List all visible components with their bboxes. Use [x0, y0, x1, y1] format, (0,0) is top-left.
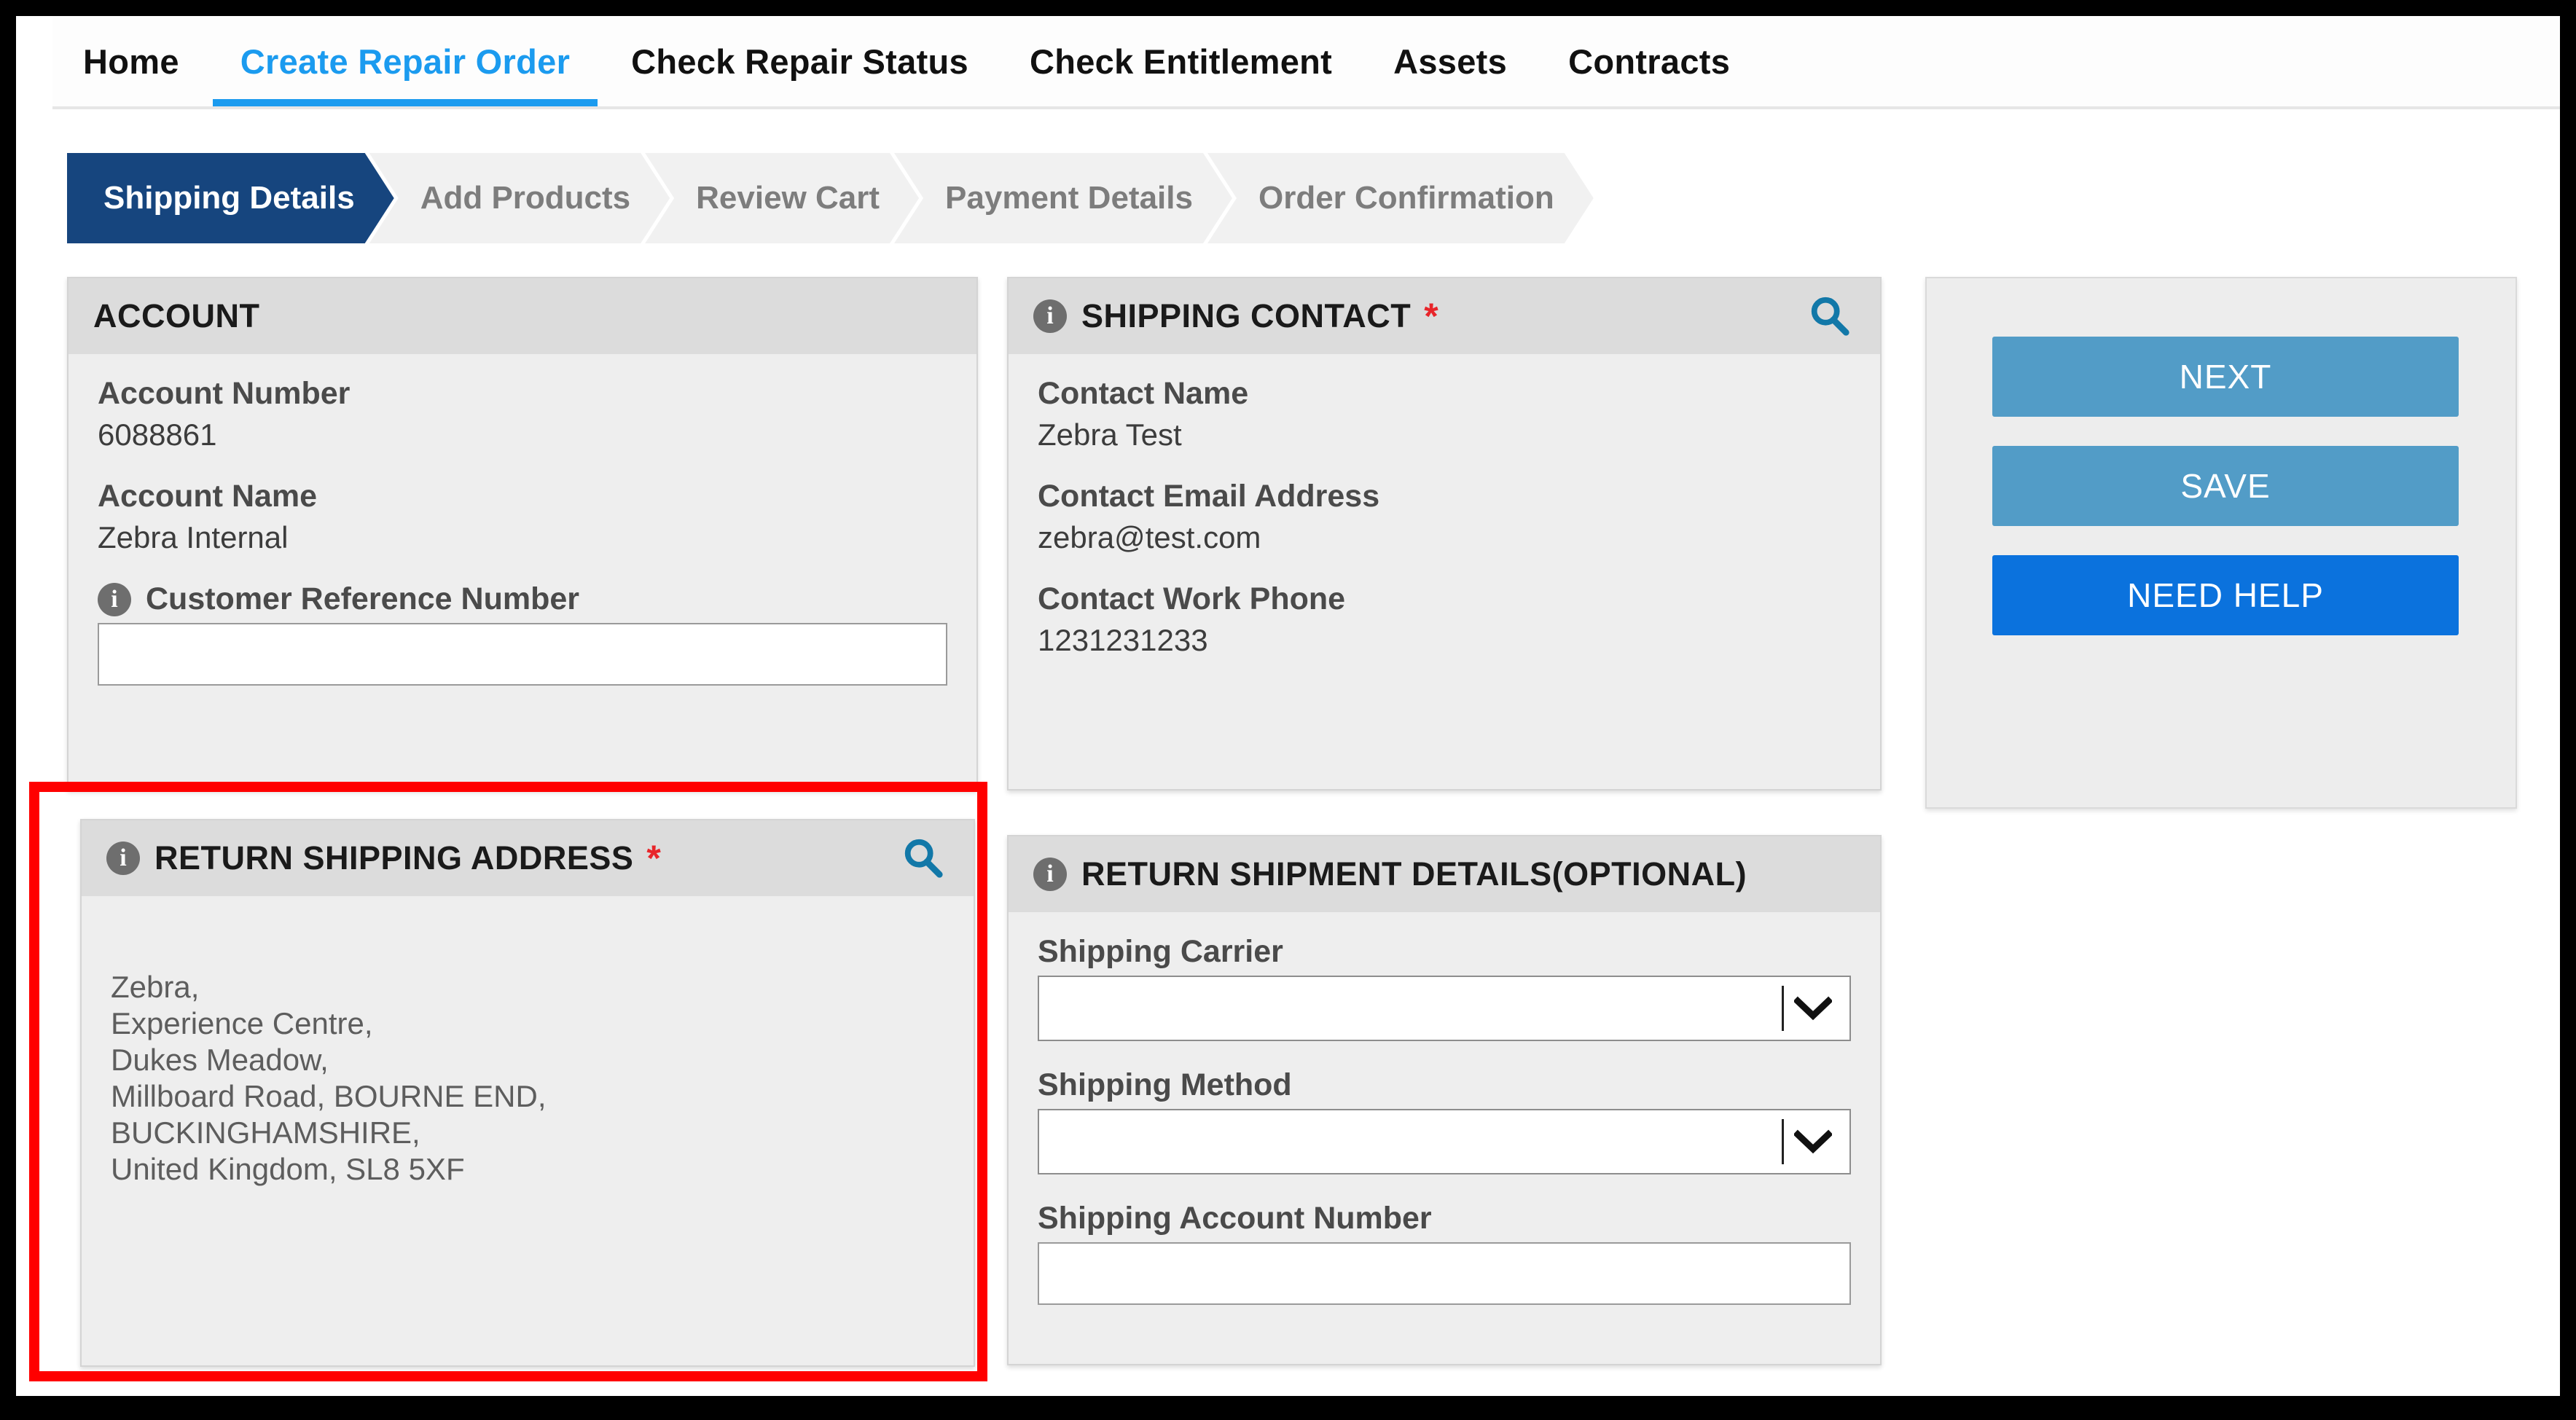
account-number-label: Account Number [98, 376, 351, 411]
field-contact-email: Contact Email Address zebra@test.com [1038, 479, 1851, 555]
return-shipping-address-card-title: RETURN SHIPPING ADDRESS [154, 839, 634, 876]
save-button[interactable]: SAVE [1992, 446, 2459, 526]
nav-item-label: Assets [1393, 42, 1508, 81]
field-contact-name: Contact Name Zebra Test [1038, 376, 1851, 452]
nav-item-contracts[interactable]: Contracts [1538, 16, 1761, 106]
account-card: ACCOUNT Account Number 6088861 Account N… [67, 277, 978, 791]
nav-item-label: Create Repair Order [240, 42, 571, 81]
nav-item-create-repair-order[interactable]: Create Repair Order [210, 16, 600, 106]
contact-work-phone-value: 1231231233 [1038, 623, 1208, 657]
return-shipment-details-card-title: RETURN SHIPMENT DETAILS(OPTIONAL) [1081, 855, 1747, 893]
contact-name-value: Zebra Test [1038, 417, 1182, 452]
account-card-title: ACCOUNT [93, 297, 260, 334]
step-label: Review Cart [696, 180, 880, 216]
return-shipment-details-card-body: Shipping Carrier Shipping Method Shippin… [1009, 912, 1880, 1331]
info-icon [98, 582, 131, 616]
nav-item-label: Home [83, 42, 179, 81]
shipping-account-number-label: Shipping Account Number [1038, 1201, 1432, 1236]
return-shipment-details-card: RETURN SHIPMENT DETAILS(OPTIONAL) Shippi… [1007, 835, 1882, 1365]
info-icon [106, 842, 140, 875]
nav-item-label: Check Repair Status [631, 42, 968, 81]
contact-email-label: Contact Email Address [1038, 479, 1380, 514]
shipping-contact-card-title: SHIPPING CONTACT [1081, 297, 1412, 334]
shipping-contact-card-body: Contact Name Zebra Test Contact Email Ad… [1009, 354, 1880, 684]
shipping-account-number-input[interactable] [1038, 1242, 1851, 1305]
field-shipping-method: Shipping Method [1038, 1067, 1851, 1174]
shipping-method-select[interactable] [1038, 1109, 1851, 1174]
shipping-method-label: Shipping Method [1038, 1067, 1292, 1102]
nav-item-home[interactable]: Home [52, 16, 210, 106]
next-button[interactable]: NEXT [1992, 337, 2459, 417]
application-page: Home Create Repair Order Check Repair St… [16, 16, 2560, 1396]
return-shipping-address-card-body: Zebra, Experience Centre, Dukes Meadow, … [82, 896, 974, 1214]
nav-item-check-entitlement[interactable]: Check Entitlement [999, 16, 1363, 106]
screenshot-frame: Home Create Repair Order Check Repair St… [0, 0, 2576, 1420]
shipping-carrier-select-wrap [1038, 976, 1851, 1041]
nav-item-check-repair-status[interactable]: Check Repair Status [600, 16, 999, 106]
field-shipping-carrier: Shipping Carrier [1038, 934, 1851, 1041]
shipping-contact-card-header: SHIPPING CONTACT * [1009, 278, 1880, 354]
required-asterisk: * [646, 838, 661, 879]
field-contact-work-phone: Contact Work Phone 1231231233 [1038, 581, 1851, 658]
step-order-confirmation[interactable]: Order Confirmation [1207, 153, 1594, 243]
step-label: Order Confirmation [1258, 180, 1554, 216]
return-shipping-address-text: Zebra, Experience Centre, Dukes Meadow, … [111, 970, 547, 1186]
account-card-body: Account Number 6088861 Account Name Zebr… [68, 354, 976, 712]
nav-item-label: Check Entitlement [1029, 42, 1333, 81]
need-help-button[interactable]: NEED HELP [1992, 555, 2459, 635]
shipping-contact-card: SHIPPING CONTACT * Contact Name Zebra Te… [1007, 277, 1882, 791]
return-shipping-address-card: RETURN SHIPPING ADDRESS * Zebra, Experie… [80, 819, 975, 1367]
step-label: Add Products [420, 180, 631, 216]
info-icon [1033, 858, 1067, 891]
action-button-panel: NEXT SAVE NEED HELP [1925, 277, 2517, 809]
shipping-method-select-wrap [1038, 1109, 1851, 1174]
step-label: Payment Details [945, 180, 1193, 216]
field-shipping-account-number: Shipping Account Number [1038, 1201, 1851, 1305]
search-icon[interactable] [901, 836, 946, 881]
main-navigation: Home Create Repair Order Check Repair St… [52, 16, 2560, 109]
shipping-carrier-select[interactable] [1038, 976, 1851, 1041]
customer-reference-number-label-text: Customer Reference Number [146, 581, 580, 616]
contact-email-value: zebra@test.com [1038, 520, 1261, 554]
contact-name-label: Contact Name [1038, 376, 1249, 411]
nav-item-list: Home Create Repair Order Check Repair St… [52, 16, 1761, 106]
step-review-cart[interactable]: Review Cart [645, 153, 919, 243]
search-icon[interactable] [1807, 294, 1852, 339]
account-name-value: Zebra Internal [98, 520, 289, 554]
field-account-number: Account Number 6088861 [98, 376, 947, 452]
customer-reference-number-input[interactable] [98, 623, 947, 686]
required-asterisk: * [1424, 296, 1438, 337]
account-name-label: Account Name [98, 479, 318, 514]
shipping-carrier-label: Shipping Carrier [1038, 934, 1283, 969]
nav-item-label: Contracts [1568, 42, 1731, 81]
checkout-step-progress: Shipping Details Add Products Review Car… [67, 153, 1569, 243]
info-icon [1033, 299, 1067, 333]
return-shipping-address-card-header: RETURN SHIPPING ADDRESS * [82, 820, 974, 896]
nav-item-assets[interactable]: Assets [1363, 16, 1538, 106]
return-shipment-details-card-header: RETURN SHIPMENT DETAILS(OPTIONAL) [1009, 836, 1880, 912]
field-account-name: Account Name Zebra Internal [98, 479, 947, 555]
step-shipping-details[interactable]: Shipping Details [67, 153, 394, 243]
step-label: Shipping Details [103, 180, 355, 216]
step-add-products[interactable]: Add Products [369, 153, 670, 243]
step-payment-details[interactable]: Payment Details [894, 153, 1232, 243]
customer-reference-number-label: Customer Reference Number [98, 581, 947, 617]
account-number-value: 6088861 [98, 417, 217, 452]
field-customer-reference-number: Customer Reference Number [98, 581, 947, 686]
account-card-header: ACCOUNT [68, 278, 976, 354]
contact-work-phone-label: Contact Work Phone [1038, 581, 1346, 616]
